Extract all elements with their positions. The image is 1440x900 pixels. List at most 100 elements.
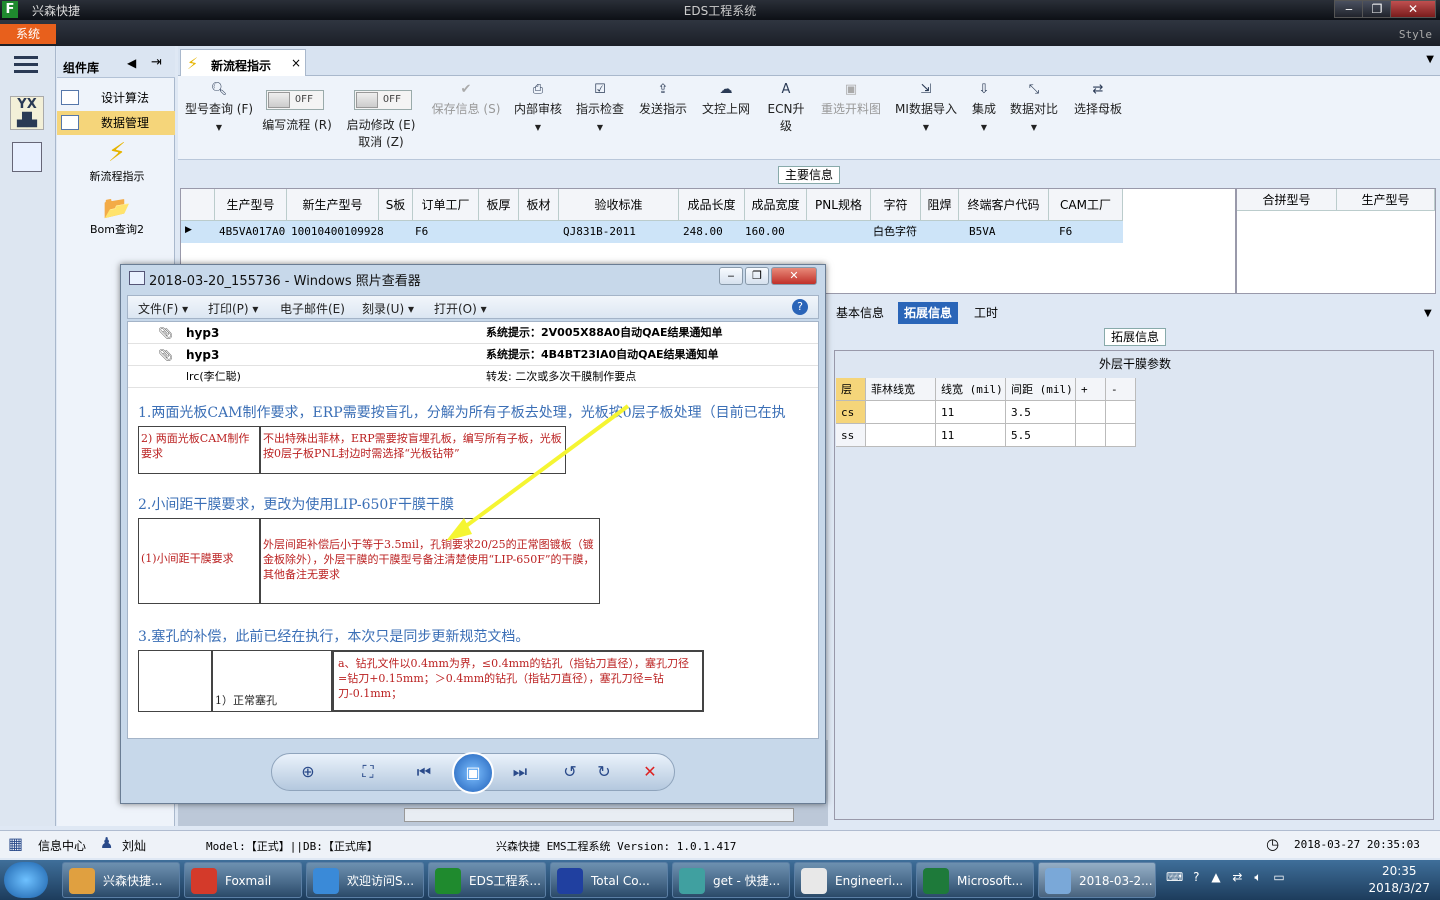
keyboard-icon[interactable]: ⌨	[1166, 870, 1183, 884]
model-query-button[interactable]: 🔍︎ 型号查询 (F) ▼	[184, 82, 254, 132]
maximize-button[interactable]: ❐	[1362, 0, 1392, 18]
column-header[interactable]: 板材	[519, 189, 559, 221]
menu-print[interactable]: 打印(P) ▾	[208, 300, 258, 317]
column-header[interactable]: 新生产型号	[287, 189, 379, 221]
send-instruction-button[interactable]: ⇪ 发送指示	[636, 82, 690, 117]
display-icon[interactable]: ▭	[1273, 870, 1284, 884]
style-label[interactable]: Style	[1399, 28, 1432, 41]
table-cell[interactable]: 160.00	[741, 221, 803, 243]
column-header[interactable]: 字符	[871, 189, 921, 221]
calculator-icon[interactable]	[12, 142, 42, 172]
table-cell[interactable]	[1106, 424, 1136, 447]
dropdown-arrow-icon[interactable]: ▼	[1008, 123, 1060, 132]
table-cell[interactable]	[1076, 424, 1106, 447]
select-master-button[interactable]: ⇄ 选择母板	[1072, 82, 1124, 117]
table-cell[interactable]: F6	[411, 221, 451, 243]
integrate-button[interactable]: ⇩ 集成 ▼	[968, 82, 1000, 132]
tab-ext-info[interactable]: 拓展信息	[898, 302, 959, 324]
menu-burn[interactable]: 刻录(U) ▾	[362, 300, 414, 317]
info-center-link[interactable]: 信息中心	[38, 837, 86, 854]
dropdown-arrow-icon[interactable]: ▼	[968, 123, 1000, 132]
actual-size-icon[interactable]: ⛶	[356, 762, 380, 782]
column-header[interactable]: 订单工厂	[413, 189, 479, 221]
previous-icon[interactable]: ⏮	[412, 762, 436, 782]
help-icon[interactable]: ?	[1193, 870, 1199, 884]
column-header[interactable]: 成品长度	[679, 189, 745, 221]
menu-file[interactable]: 文件(F) ▾	[138, 300, 188, 317]
column-header[interactable]: 板厚	[479, 189, 519, 221]
table-cell[interactable]: 5.5	[1006, 424, 1076, 447]
column-header[interactable]: 合拼型号	[1237, 189, 1337, 211]
ecn-upgrade-button[interactable]: A ECN升级	[762, 82, 810, 134]
table-cell[interactable]: 白色字符	[869, 221, 925, 243]
data-compare-button[interactable]: ⤡ 数据对比 ▼	[1008, 82, 1060, 132]
dropdown-arrow-icon[interactable]: ▼	[184, 123, 254, 132]
viewer-minimize-button[interactable]: ‒	[719, 267, 743, 285]
table-cell[interactable]: ss	[836, 424, 866, 447]
tab-new-flow[interactable]: ⚡ 新流程指示 ×	[180, 49, 306, 77]
tab-basic-info[interactable]: 基本信息	[830, 302, 890, 324]
instruction-check-button[interactable]: ☑ 指示检查 ▼	[574, 82, 626, 132]
collapse-left-icon[interactable]: ◀	[127, 56, 136, 70]
table-cell[interactable]	[866, 424, 936, 447]
column-header[interactable]: 成品宽度	[745, 189, 807, 221]
tab-list-dropdown-icon[interactable]: ▼	[1426, 54, 1434, 65]
save-info-button[interactable]: ✔ 保存信息 (S)	[430, 82, 502, 117]
mi-import-button[interactable]: ⇲ MI数据导入 ▼	[892, 82, 960, 132]
help-icon[interactable]: ?	[792, 299, 808, 315]
tray-expand-icon[interactable]: ▲	[1211, 870, 1220, 884]
column-header[interactable]: 生产型号	[1337, 189, 1435, 211]
column-header[interactable]: 阻焊	[921, 189, 959, 221]
tab-close-icon[interactable]: ×	[291, 56, 301, 70]
yx-factory-icon[interactable]: YX ▟▙	[10, 96, 44, 130]
internal-review-button[interactable]: ⎙ 内部审核 ▼	[512, 82, 564, 132]
new-flow-tool[interactable]: ⚡ 新流程指示	[67, 138, 167, 184]
column-header[interactable]: 终端客户代码	[959, 189, 1049, 221]
viewer-close-button[interactable]: ✕	[771, 267, 817, 285]
table-cell[interactable]: 3.5	[1006, 401, 1076, 424]
add-column-button[interactable]: +	[1076, 378, 1106, 401]
taskbar-item[interactable]: 欢迎访问S...	[306, 862, 424, 898]
edit-flow-toggle[interactable]: OFF	[266, 90, 324, 110]
table-cell[interactable]	[1076, 401, 1106, 424]
zoom-icon[interactable]: ⊕	[296, 762, 320, 781]
dropdown-arrow-icon[interactable]: ▼	[892, 123, 960, 132]
taskbar-item[interactable]: get - 快捷...	[672, 862, 790, 898]
rotate-right-icon[interactable]: ↻	[592, 762, 616, 781]
tree-item-data-mgmt[interactable]: 数据管理	[57, 111, 175, 135]
table-cell[interactable]: 10010400109928	[287, 221, 384, 243]
remove-column-button[interactable]: -	[1106, 378, 1136, 401]
bom-query-tool[interactable]: 📂 Bom查询2	[67, 196, 167, 237]
table-cell[interactable]: 11	[936, 401, 1006, 424]
cancel-label[interactable]: 取消 (Z)	[342, 133, 420, 150]
dropdown-arrow-icon[interactable]: ▼	[512, 123, 564, 132]
table-cell[interactable]	[1106, 401, 1136, 424]
next-icon[interactable]: ⏭	[508, 762, 532, 782]
taskbar-item[interactable]: Total Co...	[550, 862, 668, 898]
dropdown-arrow-icon[interactable]: ▼	[574, 123, 626, 132]
taskbar-clock[interactable]: 20:35 2018/3/27	[1368, 863, 1430, 897]
taskbar-item[interactable]: Foxmail	[184, 862, 302, 898]
column-header[interactable]: 验收标准	[559, 189, 679, 221]
column-header[interactable]: S板	[379, 189, 413, 221]
taskbar-item[interactable]: 兴森快捷...	[62, 862, 180, 898]
system-menu[interactable]: 系统	[0, 24, 56, 44]
rotate-left-icon[interactable]: ↺	[558, 762, 582, 781]
column-header[interactable]: 生产型号	[215, 189, 287, 221]
hamburger-menu-icon[interactable]	[14, 56, 38, 74]
pin-icon[interactable]: ⇥	[151, 55, 162, 70]
taskbar-item[interactable]: Engineeri...	[794, 862, 912, 898]
menu-open[interactable]: 打开(O) ▾	[434, 300, 487, 317]
table-cell[interactable]: cs	[836, 401, 866, 424]
taskbar-item[interactable]: Microsoft...	[916, 862, 1034, 898]
menu-email[interactable]: 电子邮件(E)	[280, 300, 345, 317]
table-cell[interactable]: 248.00	[679, 221, 745, 243]
taskbar-item[interactable]: 2018-03-2...	[1038, 862, 1156, 898]
tab-dropdown-icon[interactable]: ▼	[1424, 308, 1432, 319]
table-cell[interactable]: QJ831B-2011	[559, 221, 679, 243]
minimize-button[interactable]: ‒	[1334, 0, 1364, 18]
reselect-cut-button[interactable]: ▣ 重选开料图	[818, 82, 884, 117]
table-cell[interactable]	[866, 401, 936, 424]
doc-online-button[interactable]: ☁ 文控上网	[698, 82, 754, 117]
delete-icon[interactable]: ✕	[638, 762, 662, 781]
